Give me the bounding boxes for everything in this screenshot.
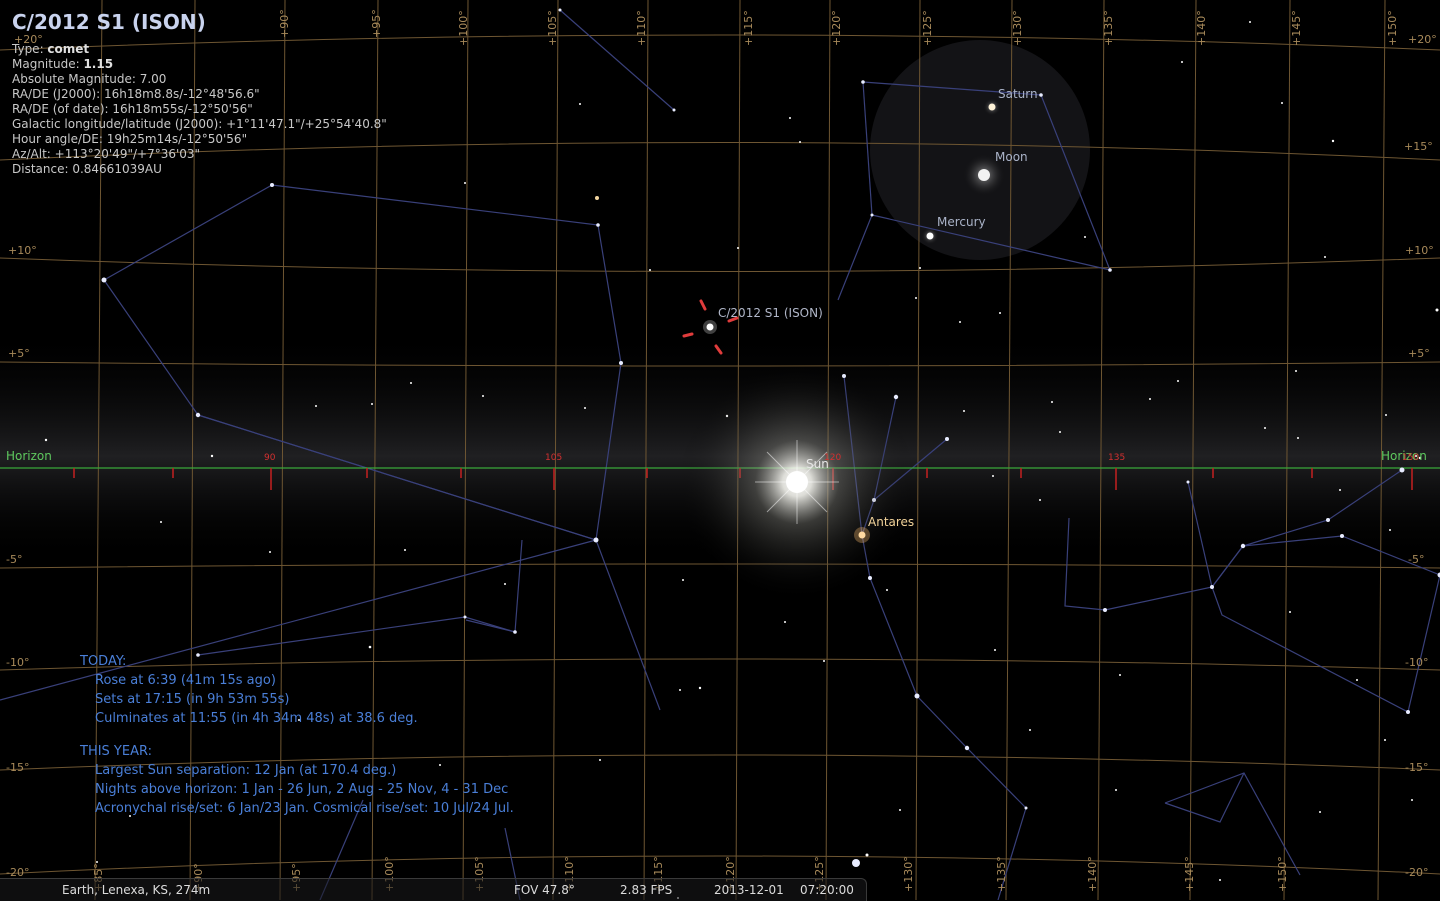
antares-star[interactable]: [859, 532, 866, 539]
comet-ison[interactable]: [707, 324, 714, 331]
sun-label[interactable]: Sun: [806, 457, 829, 471]
antares-label[interactable]: Antares: [868, 515, 914, 529]
az-label: +125°: [921, 10, 934, 46]
info-line: Absolute Magnitude: 7.00: [12, 72, 387, 87]
alt-label: -5°: [1408, 553, 1424, 566]
fov-text: FOV 47.8°: [514, 883, 575, 897]
az-label: +120°: [830, 10, 843, 46]
alt-label: +5°: [8, 347, 30, 360]
mercury-disk[interactable]: [927, 233, 934, 240]
culmination-time: Culminates at 11:55 (in 4h 34m 48s) at 3…: [80, 709, 514, 728]
info-line: Hour angle/DE: 19h25m14s/-12°50'56": [12, 132, 387, 147]
acronychal-cosmical: Acronychal rise/set: 6 Jan/23 Jan. Cosmi…: [80, 799, 514, 818]
comet-label[interactable]: C/2012 S1 (ISON): [718, 306, 823, 320]
az-label: +130°: [1011, 10, 1024, 46]
az-label: +115°: [742, 10, 755, 46]
alt-label: -15°: [1405, 761, 1428, 774]
alt-label: -10°: [1405, 656, 1428, 669]
spacer: [80, 728, 514, 742]
set-time: Sets at 17:15 (in 9h 53m 55s): [80, 690, 514, 709]
mercury-label[interactable]: Mercury: [937, 215, 986, 229]
type-label: Type:: [12, 42, 47, 56]
az-label: +130°: [902, 856, 915, 892]
largest-sun-separation: Largest Sun separation: 12 Jan (at 170.4…: [80, 761, 514, 780]
horizon-tick-label: 150: [1402, 453, 1419, 463]
az-label: +140°: [1086, 856, 1099, 892]
alt-label: +20°: [1408, 33, 1437, 46]
year-heading: THIS YEAR:: [80, 742, 514, 761]
moon-disk[interactable]: [978, 169, 990, 181]
rise-set-panel: TODAY: Rose at 6:39 (41m 15s ago) Sets a…: [80, 652, 514, 818]
az-label: +145°: [1183, 856, 1196, 892]
horizon-tick-label: 90: [264, 453, 275, 463]
alt-label: -15°: [6, 761, 29, 774]
alt-label: +10°: [8, 244, 37, 257]
alt-label: -20°: [1405, 866, 1428, 879]
az-label: +110°: [635, 10, 648, 46]
magnitude-value: 1.15: [83, 57, 113, 71]
object-title: C/2012 S1 (ISON): [12, 8, 387, 36]
saturn-label[interactable]: Saturn: [998, 87, 1038, 101]
info-line: Az/Alt: +113°20'49"/+7°36'03": [12, 147, 387, 162]
az-label: +105°: [546, 10, 559, 46]
az-label: +100°: [457, 10, 470, 46]
location-text[interactable]: Earth, Lenexa, KS, 274m: [62, 883, 210, 897]
fps-text: 2.83 FPS: [620, 883, 672, 897]
alt-label: -5°: [6, 553, 22, 566]
nights-above-horizon: Nights above horizon: 1 Jan - 26 Jun, 2 …: [80, 780, 514, 799]
info-line: RA/DE (of date): 16h18m55s/-12°50'56": [12, 102, 387, 117]
horizon-label-left: Horizon: [6, 449, 52, 463]
info-line: Distance: 0.84661039AU: [12, 162, 387, 177]
rose-time: Rose at 6:39 (41m 15s ago): [80, 671, 514, 690]
magnitude-label: Magnitude:: [12, 57, 83, 71]
type-value: comet: [47, 42, 89, 56]
az-label: +150°: [1386, 10, 1399, 46]
alt-label: +15°: [1404, 140, 1433, 153]
time-text[interactable]: 07:20:00: [800, 883, 854, 897]
alt-label: +5°: [1408, 347, 1430, 360]
az-label: +135°: [995, 856, 1008, 892]
az-label: +150°: [1276, 856, 1289, 892]
az-label: +145°: [1290, 10, 1303, 46]
alt-label: +10°: [1405, 244, 1434, 257]
object-type: Type: comet: [12, 42, 387, 57]
saturn-disk[interactable]: [989, 104, 996, 111]
moon-label[interactable]: Moon: [995, 150, 1028, 164]
status-bar: Earth, Lenexa, KS, 274m FOV 47.8° 2.83 F…: [0, 878, 867, 901]
az-label: +140°: [1195, 10, 1208, 46]
object-info-panel: C/2012 S1 (ISON) Type: comet Magnitude: …: [12, 8, 387, 177]
date-text[interactable]: 2013-12-01: [714, 883, 784, 897]
alt-label: -10°: [6, 656, 29, 669]
today-heading: TODAY:: [80, 652, 514, 671]
az-label: +135°: [1102, 10, 1115, 46]
sun-disk[interactable]: [786, 471, 808, 493]
horizon-tick-label: 135: [1108, 453, 1125, 463]
object-magnitude: Magnitude: 1.15: [12, 57, 387, 72]
info-line: Galactic longitude/latitude (J2000): +1°…: [12, 117, 387, 132]
horizon-tick-label: 105: [545, 453, 562, 463]
info-line: RA/DE (J2000): 16h18m8.8s/-12°48'56.6": [12, 87, 387, 102]
